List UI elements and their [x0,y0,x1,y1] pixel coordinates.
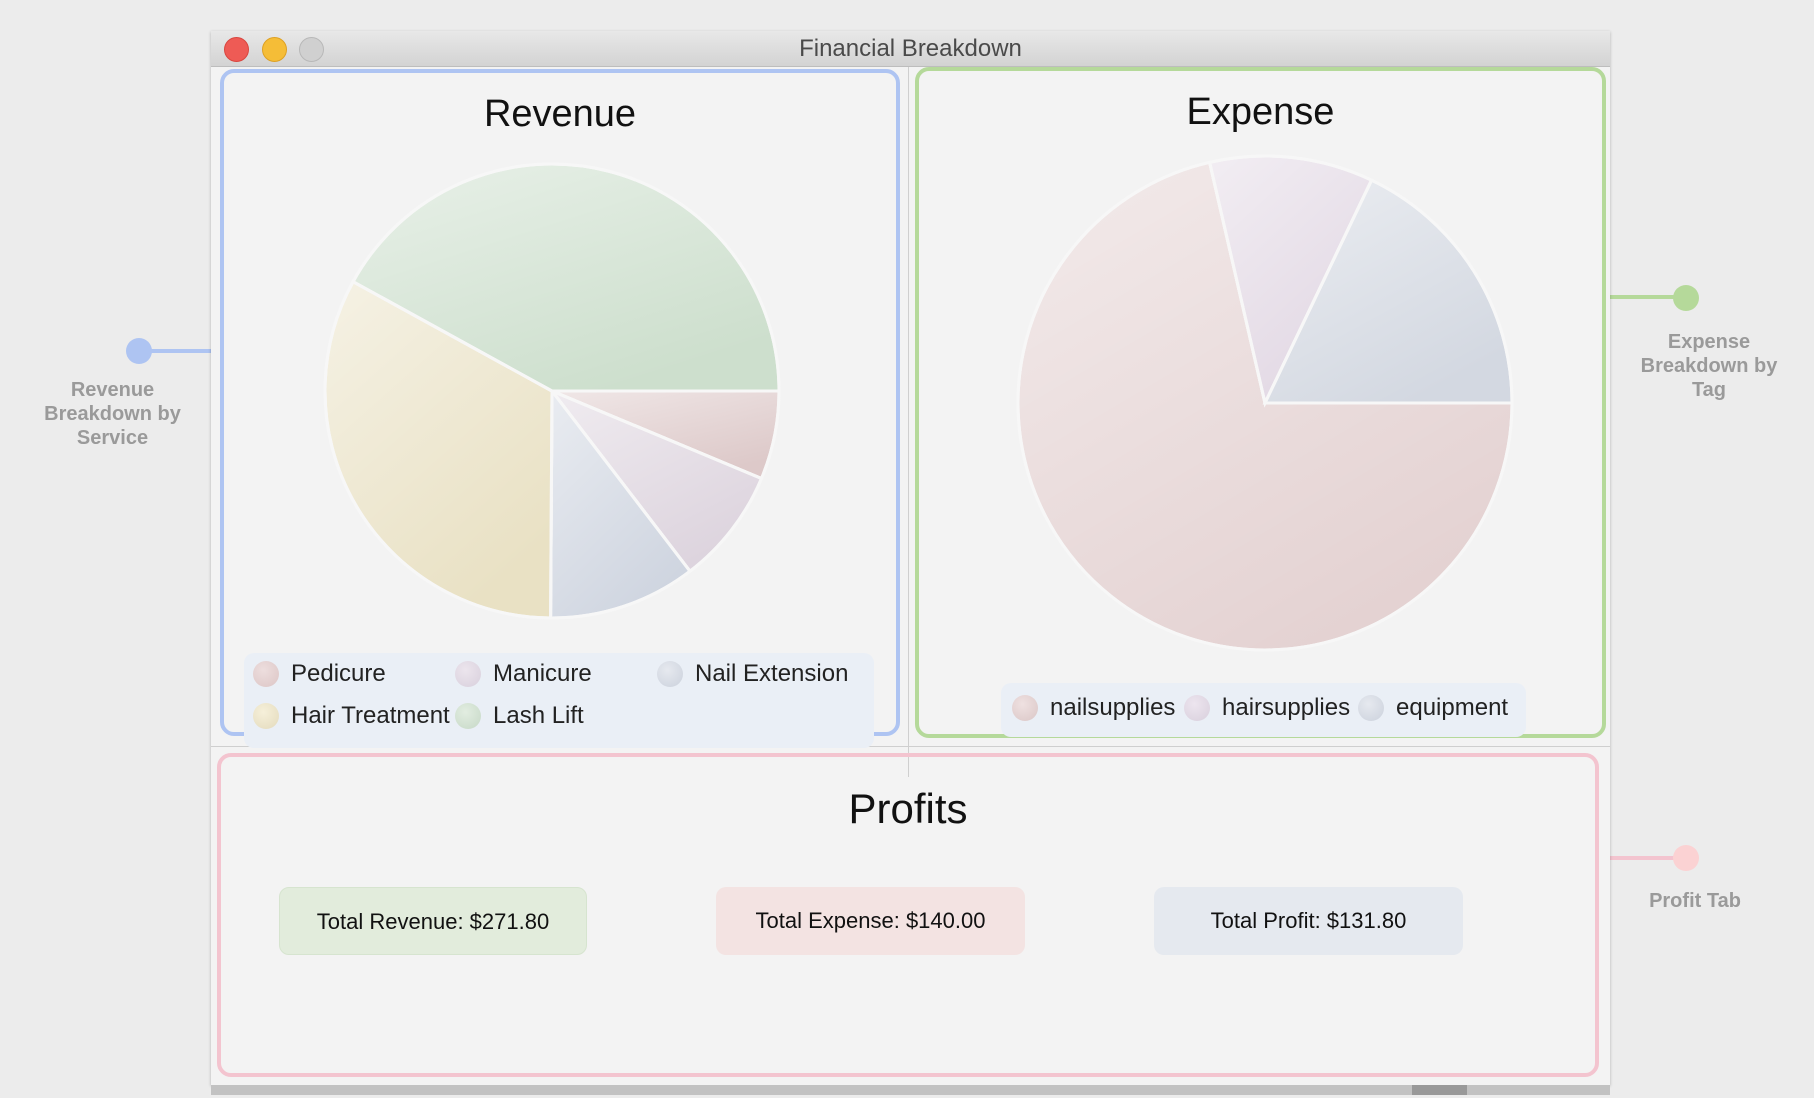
revenue-annotation-line [140,349,222,353]
expense-pie-chart [1016,154,1514,652]
total-profit-card: Total Profit: $131.80 [1154,887,1463,955]
expense-panel: Expense nailsupplies hairsupplies equipm… [915,67,1606,738]
profit-annotation-label: Profit Tab [1649,890,1741,912]
legend-item-nail-extension: Nail Extension [657,660,848,688]
scrollbar-thumb[interactable] [1412,1085,1467,1095]
horizontal-scrollbar[interactable] [211,1085,1610,1095]
legend-swatch [455,703,481,729]
revenue-legend: Pedicure Manicure Nail Extension Hair Tr… [244,653,874,748]
legend-swatch [253,661,279,687]
legend-swatch [253,703,279,729]
legend-label: Lash Lift [493,702,584,729]
legend-swatch [1358,695,1384,721]
revenue-pie-chart [323,162,781,620]
panel-divider-vertical [908,67,909,777]
total-revenue-card: Total Revenue: $271.80 [279,887,587,955]
revenue-annotation-dot [126,338,152,364]
legend-swatch [455,661,481,687]
expense-legend: nailsupplies hairsupplies equipment [1001,683,1526,737]
legend-item-nailsupplies: nailsupplies [1012,694,1175,722]
revenue-title: Revenue [483,93,637,135]
window-title: Financial Breakdown [799,35,1022,62]
revenue-panel: Revenue Pedicure Manicure Nail Extension… [220,69,900,748]
legend-swatch [1184,695,1210,721]
legend-swatch [657,661,683,687]
profits-panel: Profits Total Revenue: $271.80 Total Exp… [217,753,1599,1077]
legend-label: hairsupplies [1222,694,1351,721]
revenue-annotation-label: Revenue Breakdown by Service [44,379,181,449]
legend-label: Manicure [493,660,592,687]
legend-item-manicure: Manicure [455,660,592,688]
legend-swatch [1012,695,1038,721]
legend-label: Pedicure [291,660,386,687]
legend-item-equipment: equipment [1358,694,1508,722]
app-window: Financial Breakdown Revenue Pedicure Man… [211,31,1610,1095]
legend-label: nailsupplies [1050,694,1176,721]
expense-annotation-label: Expense Breakdown by Tag [1640,331,1778,401]
legend-item-hairsupplies: hairsupplies [1184,694,1350,722]
legend-label: equipment [1396,694,1509,721]
profits-title: Profits [848,785,968,832]
profit-annotation-dot [1673,845,1699,871]
legend-label: Hair Treatment [291,702,450,729]
title-bar[interactable]: Financial Breakdown [211,31,1610,67]
expense-annotation-dot [1673,285,1699,311]
legend-item-lash-lift: Lash Lift [455,702,584,730]
expense-title: Expense [1186,91,1335,133]
legend-label: Nail Extension [695,660,849,687]
legend-item-pedicure: Pedicure [253,660,386,688]
total-expense-card: Total Expense: $140.00 [716,887,1025,955]
legend-item-hair-treatment: Hair Treatment [253,702,450,730]
